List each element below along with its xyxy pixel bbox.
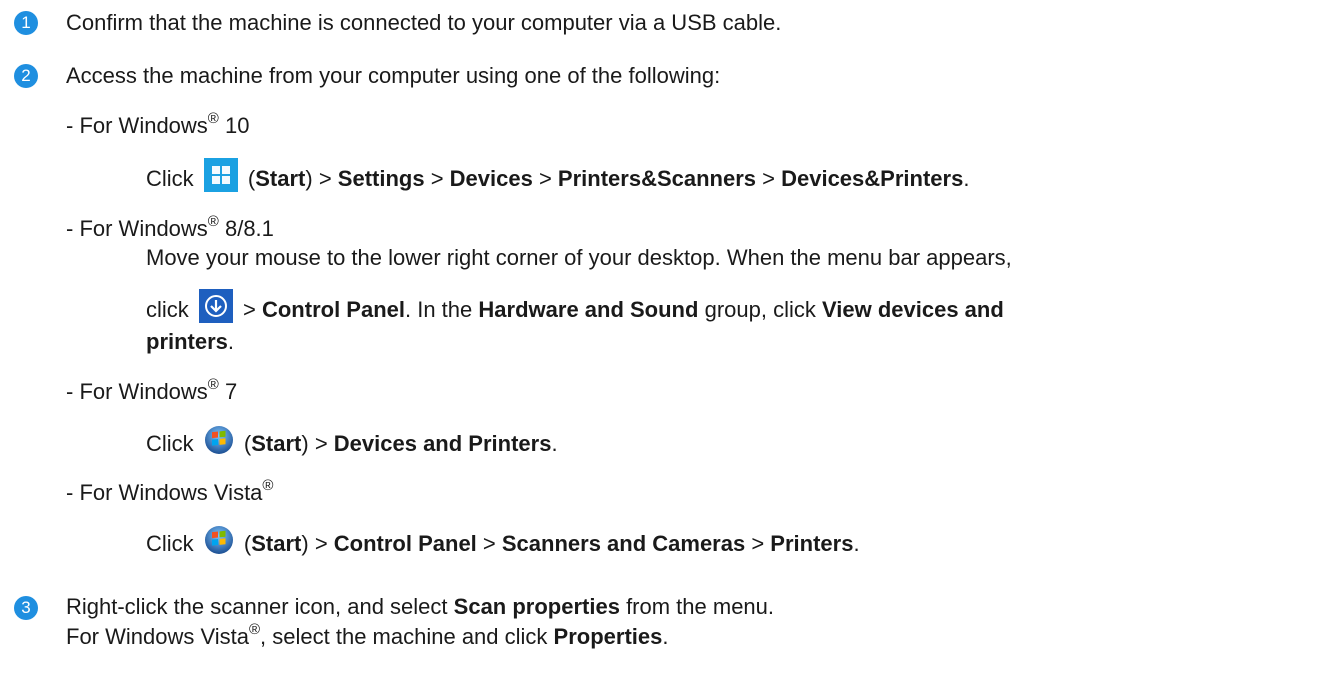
windows-10-start-icon	[203, 158, 238, 198]
vista-heading: - For Windows Vista®	[66, 476, 274, 505]
vista-instruction: Click (Start) > Control Panel > Scanners…	[146, 525, 860, 563]
windows-vista-orb-icon	[204, 525, 234, 561]
win10-instruction: Click (Start) > Settings > Devices > Pri…	[146, 158, 969, 200]
win7-instruction: Click (Start) > Devices and Printers.	[146, 425, 558, 463]
step-2-text: Access the machine from your computer us…	[66, 63, 721, 88]
step-3-line1: Right-click the scanner icon, and select…	[66, 594, 775, 619]
step-number-badge: 2	[14, 64, 38, 88]
win8-line2: click > Control Panel. In the Hardware a…	[146, 289, 1004, 331]
step-number-badge: 3	[14, 596, 38, 620]
step-number-badge: 1	[14, 11, 38, 35]
win8-line3: printers.	[146, 329, 235, 354]
win8-line1: Move your mouse to the lower right corne…	[146, 245, 1012, 270]
step-1-text: Confirm that the machine is connected to…	[66, 10, 782, 35]
win7-heading: - For Windows® 7	[66, 375, 238, 404]
windows-7-orb-icon	[204, 425, 234, 461]
win8-heading: - For Windows® 8/8.1	[66, 212, 274, 241]
win10-heading: - For Windows® 10	[66, 109, 250, 138]
windows-8-arrow-icon	[198, 289, 233, 329]
step-3-line2: For Windows Vista®, select the machine a…	[66, 620, 669, 649]
